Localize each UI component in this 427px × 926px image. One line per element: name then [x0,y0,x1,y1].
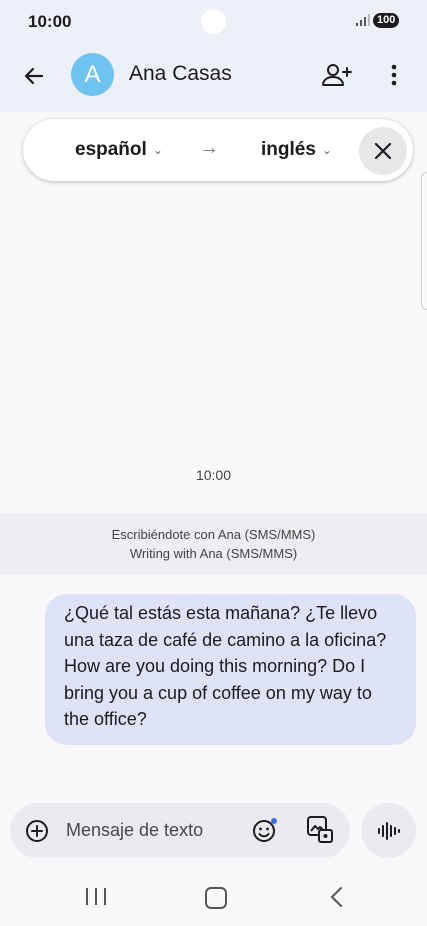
system-navigation-bar [0,868,427,926]
chevron-left-icon [331,887,342,907]
system-back-button[interactable] [326,885,346,909]
close-icon [374,142,392,160]
app-bar: A Ana Casas [0,44,427,112]
source-language-label: español [75,139,147,160]
info-text-original: Escribiéndote con Ana (SMS/MMS) [111,527,316,542]
gallery-icon [307,816,333,843]
status-time: 10:00 [28,12,72,31]
message-translated-text: How are you doing this morning? Do I bri… [64,656,372,729]
chevron-down-icon: ⌄ [152,143,163,157]
scrollbar-handle[interactable] [421,172,427,310]
source-language-selector[interactable]: español ⌄ [75,139,163,161]
translation-bar: español ⌄ → inglés ⌄ [23,119,413,181]
conversation-info-banner: Escribiéndote con Ana (SMS/MMS) Writing … [0,513,427,575]
message-timestamp: 10:00 [195,467,232,483]
compose-bar: Mensaje de texto [10,803,350,858]
chevron-down-icon: ⌄ [321,143,332,157]
info-text-translated: Writing with Ana (SMS/MMS) [129,546,298,561]
message-bubble[interactable]: ¿Qué tal estás esta mañana? ¿Te llevo un… [45,594,416,745]
person-add-icon [322,64,352,86]
voice-message-button[interactable] [361,803,416,858]
home-button[interactable] [205,887,227,909]
emoji-icon [253,818,277,842]
close-translation-button[interactable] [359,127,407,175]
status-bar: 10:00 100 [0,0,427,44]
waveform-icon [377,821,400,840]
more-vert-icon [391,64,397,86]
arrow-back-icon [24,67,44,85]
more-options-button[interactable] [380,60,408,90]
add-attachment-button[interactable] [24,818,50,844]
signal-icon [356,14,370,26]
target-language-selector[interactable]: inglés ⌄ [261,139,332,161]
emoji-button[interactable] [251,816,279,844]
contact-name[interactable]: Ana Casas [129,62,232,86]
arrow-right-icon: → [199,137,219,159]
target-language-label: inglés [261,139,316,160]
back-button[interactable] [20,62,48,90]
message-input[interactable]: Mensaje de texto [66,820,203,841]
recents-button[interactable] [86,888,106,906]
add-contact-button[interactable] [320,60,354,90]
add-circle-icon [26,820,48,842]
gallery-button[interactable] [306,815,334,845]
avatar[interactable]: A [71,53,114,96]
camera-cutout [201,9,226,34]
battery-badge: 100 [373,13,400,28]
message-original-text: ¿Qué tal estás esta mañana? ¿Te llevo un… [64,603,387,650]
